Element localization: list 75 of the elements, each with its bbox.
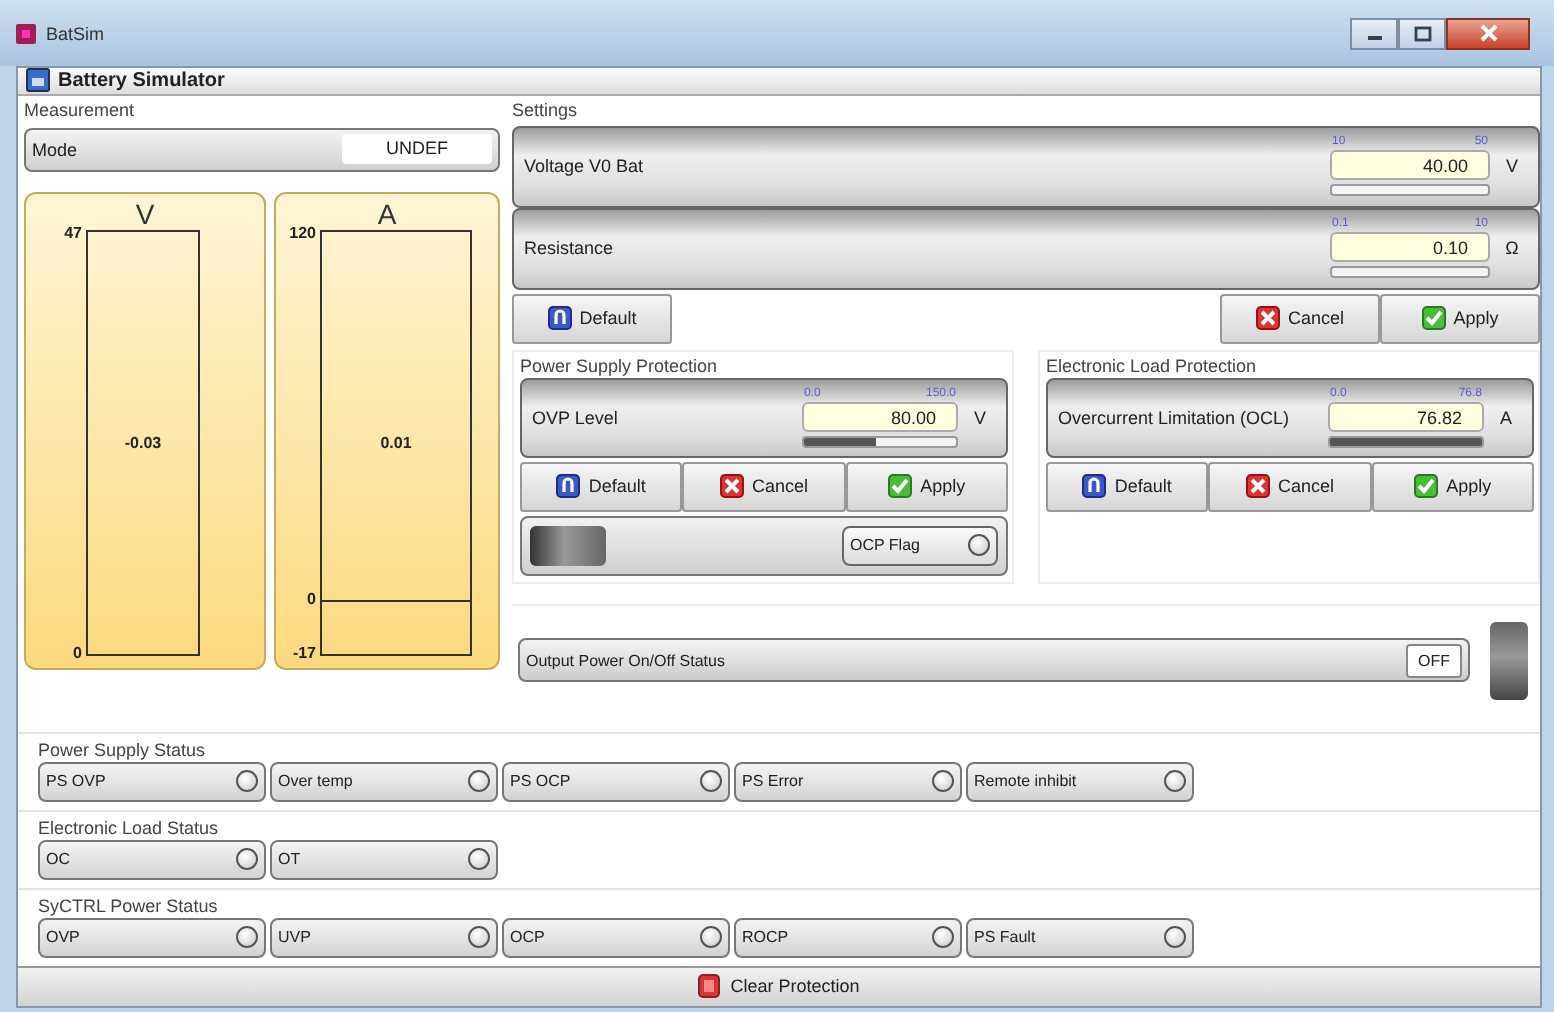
default-button[interactable]: Default [1046,461,1209,512]
slider-track[interactable] [1330,184,1490,197]
status-label: PS OCP [510,772,571,791]
close-icon [1479,24,1497,42]
check-icon [888,474,913,499]
scale-min-label: -17 [292,643,316,662]
group-title: Measurement [24,99,137,122]
group-title: Electronic Load Status [38,817,221,838]
meter-reading: -0.03 [124,433,162,452]
field-label: Resistance [524,238,616,259]
status-label: OT [278,850,301,869]
scale-zero-label: 0 [307,589,316,608]
scale-max-label: 47 [64,223,82,242]
window-title: BatSim [46,23,105,43]
value-field[interactable]: 40.00 [1330,150,1490,181]
status-label: PS Fault [974,928,1036,947]
status-label: ROCP [742,928,789,947]
cross-icon [1245,474,1270,499]
status-label: Remote inhibit [974,772,1077,791]
group-title: Electronic Load Protection [1046,355,1259,378]
mode-value: UNDEF [342,134,492,165]
apply-button[interactable]: Apply [1371,461,1534,512]
cancel-button[interactable]: Cancel [682,461,846,512]
cancel-button[interactable]: Cancel [1208,461,1372,512]
clear-protection-button[interactable]: Clear Protection [18,965,1540,1006]
check-icon [1421,306,1446,331]
status-label: OC [46,850,70,869]
mode-label: Mode [32,139,78,160]
cross-icon [1255,306,1280,331]
minimize-button[interactable] [1350,17,1398,49]
value-field[interactable]: 80.00 [802,401,958,432]
output-status-label: Output Power On/Off Status [526,651,725,670]
unit-label: A [377,197,397,230]
field-label: Voltage V0 Bat [524,156,646,177]
cancel-button[interactable]: Cancel [1220,293,1380,344]
status-label: PS Error [742,772,804,791]
unit-label: Ω [1503,238,1521,259]
group-title: SyCTRL Power Status [38,895,220,916]
group-title: Power Supply Status [38,739,208,760]
check-icon [1414,474,1439,499]
status-label: OCP [510,928,545,947]
output-status-value: OFF [1406,643,1462,678]
slider-track[interactable] [1330,266,1490,279]
scale-max-label: 120 [289,223,316,242]
default-button[interactable]: Default [512,293,672,344]
field-label: OVP Level [532,407,620,428]
maximize-button[interactable] [1398,17,1446,49]
apply-button[interactable]: Apply [1380,293,1540,344]
panel-title: Battery Simulator [58,69,225,92]
status-label: UVP [278,928,311,947]
status-label: Over temp [278,772,353,791]
value-field[interactable]: 0.10 [1330,232,1490,263]
group-title: Power Supply Protection [520,355,720,378]
toggle-switch[interactable] [530,525,606,566]
close-button[interactable] [1446,17,1530,49]
unit-label: V [135,197,155,230]
meter-reading: 0.01 [380,433,412,452]
unit-label: A [1497,407,1514,428]
unit-label: V [971,407,988,428]
unit-label: V [1503,156,1520,177]
default-button[interactable]: Default [520,461,683,512]
status-label: PS OVP [46,772,106,791]
group-title: Settings [512,99,580,122]
scale-min-label: 0 [73,643,82,662]
field-label: Overcurrent Limitation (OCL) [1058,407,1292,428]
undo-arrow-icon [547,306,572,331]
value-field[interactable]: 76.82 [1328,401,1484,432]
app-icon [16,23,36,43]
apply-button[interactable]: Apply [845,461,1008,512]
cross-icon [719,474,744,499]
flag-label: OCP Flag [850,536,920,555]
power-switch[interactable] [1490,621,1528,700]
status-label: OVP [46,928,80,947]
slider-track[interactable] [802,435,958,448]
maximize-icon [1413,25,1431,41]
